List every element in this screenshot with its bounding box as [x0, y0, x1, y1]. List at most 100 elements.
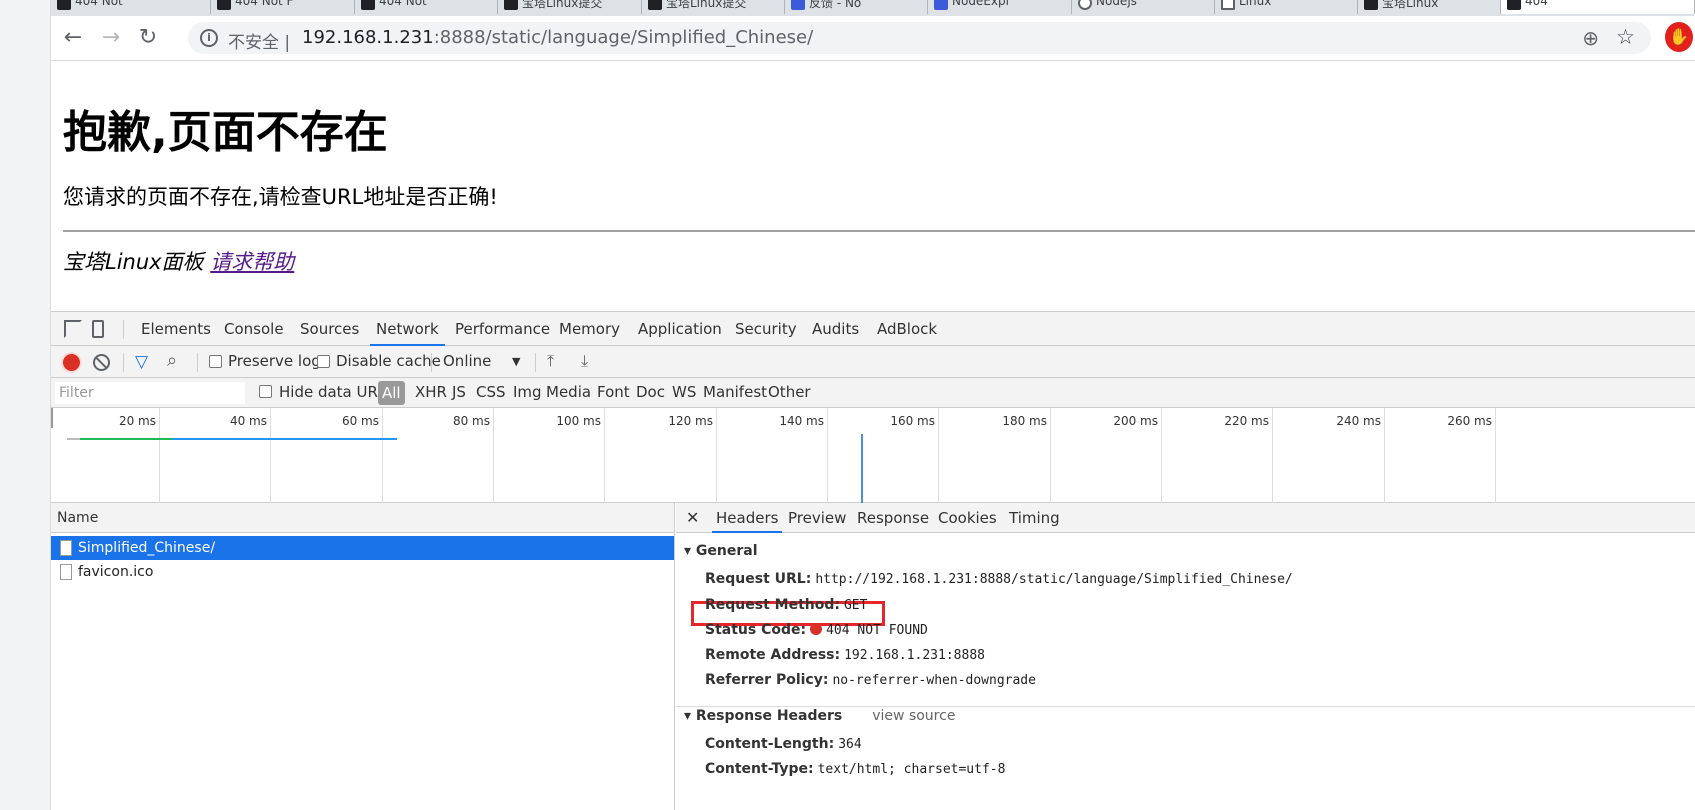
- page-footer: 宝塔Linux面板 请求帮助: [63, 250, 295, 274]
- response-headers-section-header[interactable]: ▾ Response Headers view source: [684, 708, 955, 724]
- view-source-link[interactable]: view source: [872, 708, 955, 724]
- import-har-icon[interactable]: ⤒: [547, 351, 554, 371]
- help-link[interactable]: 请求帮助: [210, 250, 294, 274]
- separator: [123, 320, 124, 339]
- tab-timing[interactable]: Timing: [1009, 503, 1060, 533]
- reload-icon[interactable]: ↻: [134, 24, 162, 52]
- request-list: Name Simplified_Chinese/ favicon.ico: [51, 503, 675, 810]
- desktop-edge: [0, 0, 51, 810]
- filter-input[interactable]: Filter: [55, 382, 245, 404]
- tab-console[interactable]: Console: [224, 312, 284, 346]
- tab-headers[interactable]: Headers: [712, 503, 783, 533]
- separator: [123, 353, 124, 372]
- export-har-icon[interactable]: ⤓: [581, 351, 588, 371]
- hide-data-urls-checkbox[interactable]: [259, 385, 272, 398]
- address-bar[interactable]: i 不安全 | 192.168.1.231:8888/static/langua…: [188, 22, 1651, 54]
- browser-tab[interactable]: 404 Not F: [211, 0, 355, 14]
- record-icon[interactable]: [63, 354, 80, 371]
- timeline-tick: 200 ms: [1113, 414, 1158, 428]
- page-content: 抱歉,页面不存在 您请求的页面不存在,请检查URL地址是否正确! 宝塔Linux…: [51, 62, 1695, 312]
- tab-performance[interactable]: Performance: [455, 312, 550, 346]
- timeline-tick: 20 ms: [118, 414, 156, 428]
- filter-type-js[interactable]: JS: [452, 383, 466, 401]
- browser-tab[interactable]: 宝塔Linux: [1358, 0, 1501, 14]
- browser-tab[interactable]: 404 Not: [355, 0, 498, 14]
- device-toolbar-icon[interactable]: [92, 320, 104, 338]
- tab-security[interactable]: Security: [735, 312, 797, 346]
- adblock-extension-icon[interactable]: ✋: [1665, 22, 1693, 52]
- devtools-panel: Elements Console Sources Network Perform…: [51, 311, 1695, 810]
- tab-network[interactable]: Network: [370, 312, 445, 346]
- network-toolbar: ▽ ⌕ Preserve log Disable cache Online ▼ …: [51, 346, 1695, 378]
- name-column-header[interactable]: Name: [51, 503, 674, 533]
- tab-preview[interactable]: Preview: [788, 503, 846, 533]
- grid-line: [382, 408, 383, 503]
- page-title: 抱歉,页面不存在: [63, 107, 388, 158]
- tab-memory[interactable]: Memory: [559, 312, 620, 346]
- clear-icon[interactable]: [93, 354, 110, 371]
- chevron-down-icon[interactable]: ▼: [512, 355, 520, 368]
- browser-tab-active[interactable]: 404: [1501, 0, 1695, 14]
- network-overview-timeline[interactable]: 20 ms 40 ms 60 ms 80 ms 100 ms 120 ms 14…: [51, 408, 1695, 503]
- page-icon: [934, 0, 948, 10]
- filter-type-media[interactable]: Media: [546, 383, 591, 401]
- request-row-selected[interactable]: Simplified_Chinese/: [51, 536, 674, 560]
- browser-window: 404 Not 404 Not F 404 Not 宝塔Linux提交 宝塔Li…: [51, 0, 1695, 810]
- tab-response[interactable]: Response: [857, 503, 929, 533]
- disable-cache-checkbox[interactable]: [317, 355, 330, 368]
- filter-type-xhr[interactable]: XHR: [415, 383, 447, 401]
- search-icon[interactable]: ⌕: [167, 350, 177, 371]
- tab-sources[interactable]: Sources: [300, 312, 359, 346]
- bookmark-star-icon[interactable]: ☆: [1616, 25, 1635, 49]
- header-row: Content-Type: text/html; charset=utf-8: [705, 761, 1006, 777]
- request-row[interactable]: favicon.ico: [51, 560, 674, 584]
- forward-arrow-icon[interactable]: →: [97, 24, 125, 52]
- browser-tab[interactable]: NodeExpl: [928, 0, 1072, 14]
- filter-type-ws[interactable]: WS: [672, 383, 696, 401]
- grid-line: [1384, 408, 1385, 503]
- filter-type-other[interactable]: Other: [768, 383, 811, 401]
- separator: [431, 353, 432, 372]
- document-icon: [60, 564, 72, 580]
- timeline-tick: 220 ms: [1224, 414, 1269, 428]
- browser-tab[interactable]: 宝塔Linux提交: [642, 0, 785, 14]
- general-section-header[interactable]: ▾ General: [684, 543, 758, 559]
- tab-strip: 404 Not 404 Not F 404 Not 宝塔Linux提交 宝塔Li…: [51, 0, 1695, 16]
- page-icon: [648, 0, 662, 10]
- browser-tab[interactable]: Linux: [1215, 0, 1358, 14]
- inspect-element-icon[interactable]: [64, 320, 82, 338]
- grid-line: [159, 408, 160, 503]
- browser-tab[interactable]: 宝塔Linux提交: [498, 0, 642, 14]
- section-divider: [676, 706, 1695, 707]
- header-row: Remote Address: 192.168.1.231:8888: [705, 647, 985, 663]
- request-bar-queue: [67, 438, 80, 440]
- browser-tab[interactable]: 反馈 - No: [785, 0, 928, 14]
- filter-icon[interactable]: ▽: [135, 352, 148, 372]
- tab-cookies[interactable]: Cookies: [938, 503, 997, 533]
- tab-audits[interactable]: Audits: [812, 312, 859, 346]
- preserve-log-checkbox[interactable]: [209, 355, 222, 368]
- filter-type-img[interactable]: Img: [513, 383, 542, 401]
- tab-elements[interactable]: Elements: [141, 312, 211, 346]
- tab-adblock[interactable]: AdBlock: [877, 312, 937, 346]
- security-indicator[interactable]: 不安全 |: [228, 28, 290, 53]
- close-icon[interactable]: ✕: [686, 508, 699, 527]
- filter-type-css[interactable]: CSS: [476, 383, 506, 401]
- filter-type-manifest[interactable]: Manifest: [703, 383, 767, 401]
- filter-type-doc[interactable]: Doc: [636, 383, 665, 401]
- browser-tab[interactable]: Nodejs: [1072, 0, 1215, 14]
- url-text[interactable]: 192.168.1.231:8888/static/language/Simpl…: [302, 27, 813, 48]
- grid-line: [1272, 408, 1273, 503]
- zoom-icon[interactable]: ⊕: [1582, 26, 1599, 50]
- browser-tab[interactable]: 404 Not: [51, 0, 211, 14]
- divider: [63, 230, 1695, 232]
- throttle-select[interactable]: Online: [443, 352, 491, 370]
- filter-type-all[interactable]: All: [378, 381, 405, 405]
- globe-icon: [1078, 0, 1092, 10]
- info-icon[interactable]: i: [200, 29, 218, 47]
- back-arrow-icon[interactable]: ←: [59, 24, 87, 52]
- devtools-tab-bar: Elements Console Sources Network Perform…: [51, 312, 1695, 346]
- filter-type-font[interactable]: Font: [597, 383, 630, 401]
- tab-application[interactable]: Application: [638, 312, 722, 346]
- page-icon: [1507, 0, 1521, 10]
